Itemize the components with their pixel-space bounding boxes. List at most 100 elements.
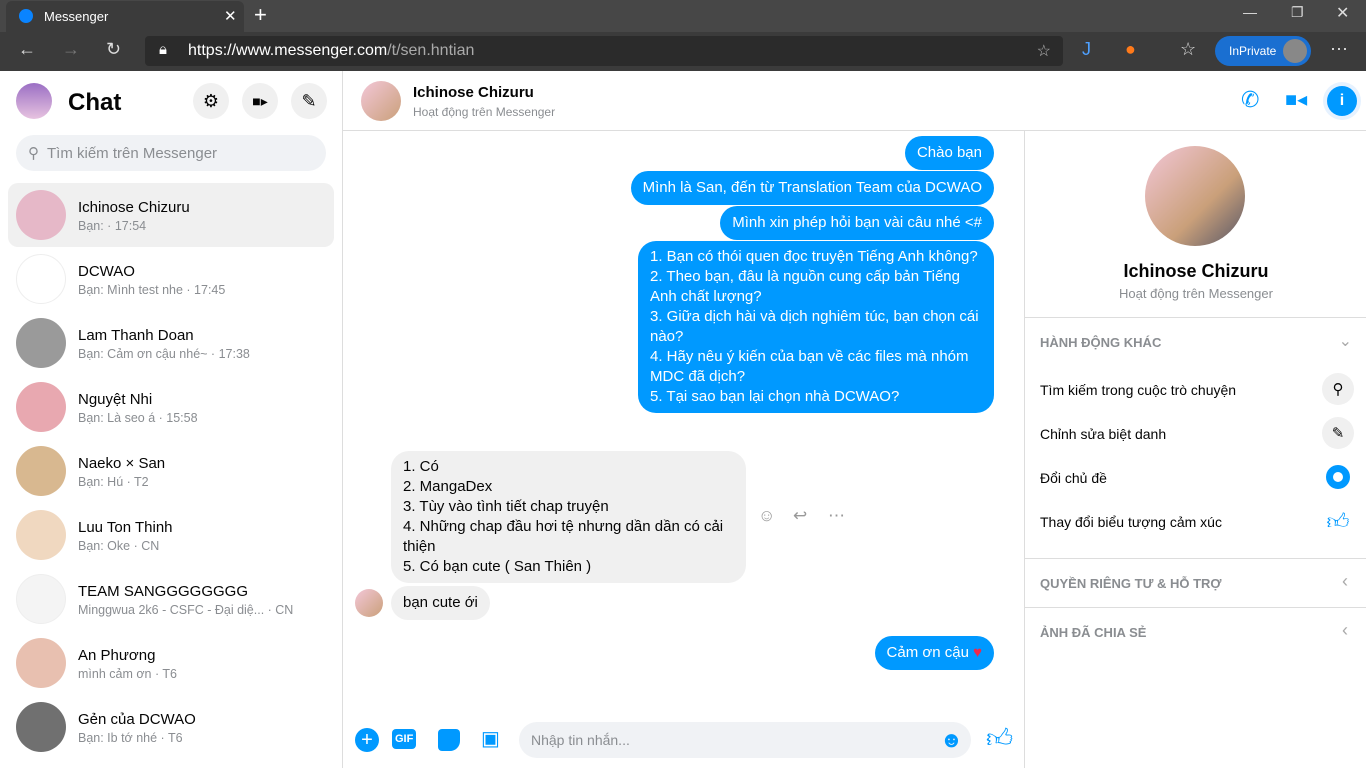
- profile-avatar: [1283, 39, 1307, 63]
- pencil-icon[interactable]: ✎: [1322, 417, 1354, 449]
- conversation-name: Luu Ton Thinh: [78, 519, 173, 536]
- action-edit-nickname[interactable]: Chỉnh sửa biệt danh: [1040, 426, 1166, 442]
- phone-call-icon[interactable]: ✆: [1241, 87, 1259, 113]
- conversation-preview: Bạn: Cảm ơn cậu nhé~ · 17:38: [78, 347, 250, 361]
- question-line: 3. Giữa dịch hài và dịch nghiêm túc, bạn…: [650, 308, 979, 345]
- conversation-preview: Bạn: Oke · CN: [78, 539, 160, 553]
- extension-fire-icon[interactable]: ●: [1125, 39, 1136, 60]
- close-window-icon[interactable]: ✕: [1336, 3, 1349, 23]
- answer-line: 2. MangaDex: [403, 478, 493, 495]
- chevron-left-icon[interactable]: ‹: [1342, 571, 1348, 592]
- conversation-item[interactable]: Naeko × San Bạn: Hú · T2: [8, 439, 334, 503]
- message-outgoing[interactable]: Cảm ơn cậu: [887, 644, 969, 661]
- conversation-avatar: [16, 510, 66, 560]
- thumbs-up-icon[interactable]: 👍︎: [986, 723, 1013, 754]
- photo-icon[interactable]: ▣: [481, 726, 500, 751]
- favorites-icon[interactable]: ☆: [1180, 39, 1196, 60]
- refresh-icon[interactable]: ↻: [106, 39, 121, 60]
- section-shared-photos[interactable]: ẢNH ĐÃ CHIA SẺ: [1040, 625, 1146, 640]
- search-icon[interactable]: ⚲: [1322, 373, 1354, 405]
- message-input[interactable]: Nhập tin nhắn... ☻: [519, 722, 971, 758]
- user-avatar[interactable]: [16, 83, 52, 119]
- section-more-actions[interactable]: HÀNH ĐỘNG KHÁC: [1040, 335, 1161, 350]
- chat-sidebar: Chat ⚙ ■▸ ✎ ⚲ Tìm kiếm trên Messenger Ic…: [0, 71, 343, 768]
- action-change-emoji[interactable]: Thay đổi biểu tượng cảm xúc: [1040, 514, 1222, 530]
- chevron-down-icon[interactable]: ⌄: [1339, 331, 1352, 351]
- conversation-item[interactable]: TEAM SANGGGGGGGG Minggwua 2k6 - CSFC - Đ…: [8, 567, 334, 631]
- thumbs-up-icon[interactable]: 👍︎: [1322, 505, 1354, 537]
- conversation-preview: Minggwua 2k6 - CSFC - Đại diệ... · CN: [78, 603, 294, 617]
- info-icon[interactable]: i: [1327, 86, 1357, 116]
- conversation-preview: Bạn: · 17:54: [78, 219, 147, 233]
- conversation-item[interactable]: Gẻn của DCWAO Bạn: Ib tớ nhé · T6: [8, 695, 334, 759]
- conversation-name: Naeko × San: [78, 455, 166, 472]
- message-outgoing[interactable]: Mình xin phép hỏi bạn vài câu nhé <#: [720, 206, 994, 240]
- conversation-preview: Bạn: Ib tớ nhé · T6: [78, 731, 183, 745]
- new-message-icon[interactable]: ✎: [291, 83, 327, 119]
- close-tab-icon[interactable]: ✕: [224, 7, 237, 25]
- back-icon[interactable]: ←: [18, 39, 36, 60]
- theme-icon[interactable]: [1322, 461, 1354, 493]
- maximize-icon[interactable]: ❐: [1291, 4, 1304, 21]
- url-host: https://www.messenger.com: [188, 42, 388, 59]
- chat-header: Ichinose Chizuru Hoạt động trên Messenge…: [343, 71, 1366, 131]
- search-input[interactable]: ⚲ Tìm kiếm trên Messenger: [16, 135, 326, 171]
- conversation-item[interactable]: Luu Ton Thinh Bạn: Oke · CN: [8, 503, 334, 567]
- heart-icon: ♥: [973, 644, 982, 661]
- minimize-icon[interactable]: —: [1243, 4, 1257, 20]
- answer-line: 1. Có: [403, 458, 439, 475]
- conversation-name: TEAM SANGGGGGGGG: [78, 583, 249, 600]
- conversation-avatar: [16, 446, 66, 496]
- emoji-icon[interactable]: ☻: [940, 727, 963, 753]
- section-privacy-support[interactable]: QUYỀN RIÊNG TƯ & HỖ TRỢ: [1040, 576, 1222, 591]
- settings-gear-icon[interactable]: ⚙: [193, 83, 229, 119]
- messenger-favicon-icon: [19, 9, 33, 23]
- conversation-item[interactable]: An Phương mình cảm ơn · T6: [8, 631, 334, 695]
- search-icon: ⚲: [28, 145, 39, 162]
- new-video-call-icon[interactable]: ■▸: [242, 83, 278, 119]
- more-menu-icon[interactable]: ⋯: [1330, 39, 1348, 60]
- browser-tab[interactable]: Messenger ✕: [6, 1, 244, 32]
- chevron-left-icon[interactable]: ‹: [1342, 620, 1348, 641]
- conversation-avatar: [16, 702, 66, 752]
- video-call-icon[interactable]: ■◂: [1285, 87, 1307, 112]
- conversation-item[interactable]: Ichinose Chizuru Bạn: · 17:54: [8, 183, 334, 247]
- action-change-theme[interactable]: Đổi chủ đề: [1040, 470, 1107, 486]
- question-line: 1. Bạn có thói quen đọc truyện Tiếng Anh…: [650, 248, 978, 265]
- message-outgoing[interactable]: Mình là San, đến từ Translation Team của…: [630, 171, 994, 205]
- action-search-conversation[interactable]: Tìm kiếm trong cuộc trò chuyện: [1040, 382, 1236, 398]
- conversation-preview: Bạn: Là seo á · 15:58: [78, 411, 198, 425]
- profile-status: Hoạt động trên Messenger: [1119, 286, 1273, 301]
- conversation-item[interactable]: Nguyệt Nhi Bạn: Là seo á · 15:58: [8, 375, 334, 439]
- message-incoming-answers[interactable]: 1. Có 2. MangaDex 3. Tùy vào tình tiết c…: [391, 451, 746, 583]
- sender-avatar: [355, 589, 383, 617]
- message-outgoing-questions[interactable]: 1. Bạn có thói quen đọc truyện Tiếng Anh…: [638, 241, 994, 413]
- profile-name: Ichinose Chizuru: [1123, 261, 1269, 281]
- reply-icon[interactable]: ↩: [793, 506, 807, 526]
- conversation-item[interactable]: DCWAO Bạn: Mình test nhe · 17:45: [8, 247, 334, 311]
- profile-avatar-large: [1145, 146, 1245, 246]
- address-bar[interactable]: 🔒︎ https://www.messenger.com/t/sen.hntia…: [145, 36, 1063, 66]
- inprivate-badge[interactable]: InPrivate: [1215, 36, 1311, 66]
- favorite-star-icon[interactable]: ☆: [1037, 41, 1051, 61]
- message-outgoing[interactable]: Chào bạn: [904, 136, 994, 170]
- message-thread: Chào bạn Mình là San, đến từ Translation…: [343, 131, 1024, 718]
- conversation-avatar: [16, 638, 66, 688]
- more-actions-icon[interactable]: ⋯: [828, 506, 845, 526]
- sticker-icon[interactable]: [438, 729, 460, 751]
- conversation-avatar: [16, 318, 66, 368]
- search-placeholder: Tìm kiếm trên Messenger: [47, 144, 218, 162]
- conversation-preview: mình cảm ơn · T6: [78, 667, 177, 681]
- extension-icon[interactable]: J: [1082, 39, 1091, 60]
- chat-name[interactable]: Ichinose Chizuru: [413, 84, 534, 101]
- conversation-item[interactable]: Lam Thanh Doan Bạn: Cảm ơn cậu nhé~ · 17…: [8, 311, 334, 375]
- chat-avatar[interactable]: [361, 81, 401, 121]
- browser-toolbar: ← → ↻ 🔒︎ https://www.messenger.com/t/sen…: [0, 32, 1366, 71]
- question-line: 4. Hãy nêu ý kiến của bạn về các files m…: [650, 348, 969, 385]
- add-more-icon[interactable]: +: [355, 728, 379, 752]
- gif-icon[interactable]: GIF: [392, 729, 417, 749]
- react-emoji-icon[interactable]: ☺: [758, 506, 775, 526]
- forward-icon[interactable]: →: [62, 39, 80, 60]
- message-incoming[interactable]: bạn cute ới: [391, 586, 490, 620]
- new-tab-icon[interactable]: +: [254, 2, 267, 28]
